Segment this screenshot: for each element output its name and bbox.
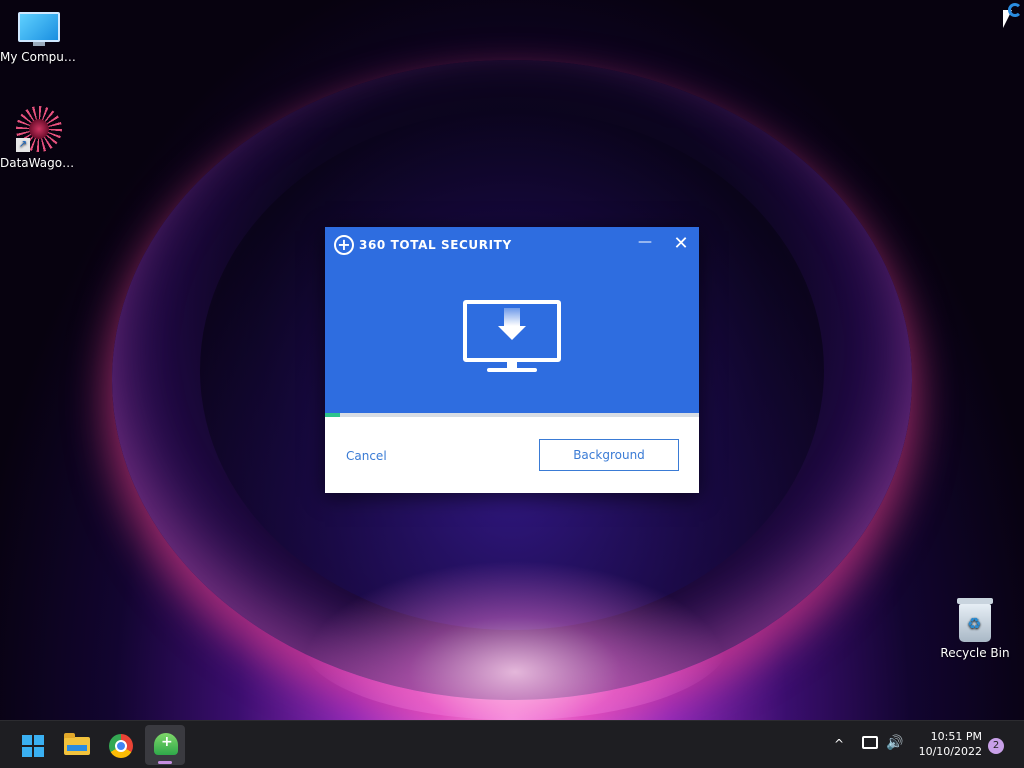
notification-badge[interactable]: 2	[988, 738, 1004, 754]
volume-icon[interactable]: 🔊	[886, 735, 903, 751]
installer-dialog: + 360 TOTAL SECURITY — ✕ Cancel Backgrou…	[325, 227, 699, 493]
360-security-icon	[154, 733, 178, 755]
taskbar-chrome[interactable]	[100, 725, 140, 765]
progress-fill	[325, 413, 340, 417]
close-button[interactable]: ✕	[671, 234, 691, 254]
windows-logo-icon	[22, 735, 44, 757]
datawagon-icon: ↗	[16, 106, 62, 152]
download-monitor-icon	[463, 300, 561, 374]
background-button[interactable]: Background	[539, 439, 679, 471]
taskbar-clock[interactable]: 10:51 PM 10/10/2022	[912, 729, 982, 759]
folder-icon	[64, 733, 90, 755]
minimize-button[interactable]: —	[635, 235, 655, 255]
dialog-title: 360 TOTAL SECURITY	[359, 238, 512, 252]
desktop-icon-my-computer[interactable]: My Computer	[0, 12, 78, 64]
shortcut-arrow-icon: ↗	[16, 138, 30, 152]
desktop-icon-label: My Computer	[0, 50, 78, 64]
360-logo-icon: +	[334, 235, 354, 255]
taskbar-360-total-security[interactable]	[145, 725, 185, 765]
recycle-bin-icon: ♻	[957, 598, 993, 642]
wallpaper-glow	[300, 560, 730, 720]
dialog-header: + 360 TOTAL SECURITY — ✕	[325, 227, 699, 413]
progress-bar	[325, 413, 699, 417]
network-icon[interactable]	[862, 736, 878, 749]
start-button[interactable]	[12, 725, 52, 765]
taskbar: ^ 🔊 10:51 PM 10/10/2022 2	[0, 720, 1024, 768]
desktop-icon-datawagon[interactable]: ↗ DataWagon...	[0, 106, 78, 170]
active-indicator	[158, 761, 172, 764]
chrome-icon	[109, 734, 133, 758]
desktop-icon-label: Recycle Bin	[940, 646, 1010, 660]
busy-spinner-icon	[1008, 3, 1022, 17]
clock-date: 10/10/2022	[918, 745, 982, 758]
computer-icon	[18, 12, 60, 46]
taskbar-file-explorer[interactable]	[56, 725, 96, 765]
desktop-icon-label: DataWagon...	[0, 156, 78, 170]
clock-time: 10:51 PM	[930, 730, 982, 743]
cancel-button[interactable]: Cancel	[346, 449, 387, 463]
desktop-icon-recycle-bin[interactable]: ♻ Recycle Bin	[936, 598, 1014, 660]
tray-overflow-chevron-icon[interactable]: ^	[834, 737, 844, 751]
